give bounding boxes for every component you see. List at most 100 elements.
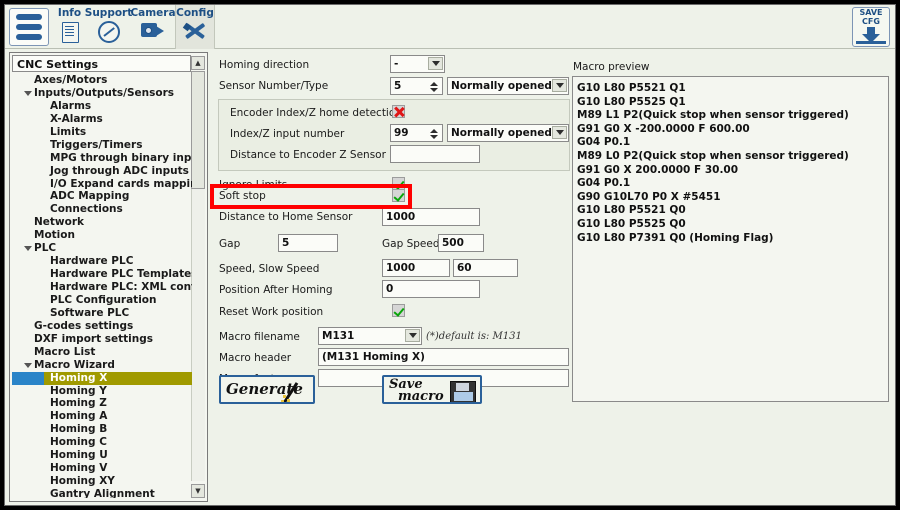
tab-config[interactable]: Config — [175, 5, 215, 49]
sidebar-item-network[interactable]: Network — [12, 216, 192, 229]
stepper-arrows-icon[interactable] — [428, 126, 439, 141]
distance-encoder-input[interactable] — [390, 145, 480, 163]
sidebar-item-g-codes-settings[interactable]: G-codes settings — [12, 320, 192, 333]
sidebar-item-homing-a[interactable]: Homing A — [12, 410, 192, 423]
macro-line: G04 P0.1 — [577, 136, 631, 149]
macro-line: G10 L80 P5525 Q1 — [577, 95, 686, 108]
sidebar-item-homing-y[interactable]: Homing Y — [12, 385, 192, 398]
sidebar-item-axes-motors[interactable]: Axes/Motors — [12, 74, 192, 87]
tab-camera[interactable]: Camera — [130, 5, 176, 49]
sidebar-item-plc[interactable]: PLC — [12, 242, 192, 255]
tab-support[interactable]: Support — [84, 5, 133, 49]
gap-input[interactable]: 5 — [278, 234, 338, 252]
sidebar-item-inputs-outputs-sensors[interactable]: Inputs/Outputs/Sensors — [12, 87, 192, 100]
sidebar-item-mpg-through-binary-inputs[interactable]: MPG through binary inputs — [12, 152, 192, 165]
chevron-down-icon[interactable] — [428, 57, 443, 70]
slow-speed-input[interactable]: 60 — [453, 259, 518, 277]
sidebar-item-x-alarms[interactable]: X-Alarms — [12, 113, 192, 126]
sidebar-item-homing-xy[interactable]: Homing XY — [12, 475, 192, 488]
speed-label: Speed, Slow Speed — [219, 263, 320, 275]
macro-filename-label: Macro filename — [219, 331, 300, 343]
sidebar-item-homing-v[interactable]: Homing V — [12, 462, 192, 475]
sidebar-item-homing-u[interactable]: Homing U — [12, 449, 192, 462]
gauge-icon — [97, 21, 120, 43]
reset-work-label: Reset Work position — [219, 306, 324, 318]
sensor-type-select[interactable]: Normally opened — [447, 77, 569, 95]
chevron-down-icon[interactable] — [405, 329, 420, 342]
speed-input[interactable]: 1000 — [382, 259, 450, 277]
macro-line: G90 G10L70 P0 X #5451 — [577, 190, 721, 203]
distance-encoder-label: Distance to Encoder Z Sensor — [230, 149, 386, 161]
tree-scroll-down-button[interactable]: ▼ — [191, 484, 205, 498]
soft-stop-checkbox[interactable] — [392, 189, 405, 202]
macro-filename-value: M131 — [322, 330, 355, 342]
sidebar-item-homing-c[interactable]: Homing C — [12, 436, 192, 449]
sidebar-item-label: DXF import settings — [34, 332, 154, 345]
chevron-down-icon[interactable] — [24, 362, 32, 368]
tree-scrollbar-thumb[interactable] — [191, 71, 205, 189]
sidebar-item-macro-wizard[interactable]: Macro Wizard — [12, 359, 192, 372]
sidebar-item-label: I/O Expand cards mapping — [50, 177, 192, 190]
chevron-down-icon[interactable] — [24, 90, 32, 96]
stepper-arrows-icon[interactable] — [428, 79, 439, 94]
sidebar-item-dxf-import-settings[interactable]: DXF import settings — [12, 333, 192, 346]
sensor-number-stepper[interactable]: 5 — [390, 77, 443, 95]
sidebar-item-label: Axes/Motors — [34, 74, 108, 86]
sidebar-item-plc-configuration[interactable]: PLC Configuration — [12, 294, 192, 307]
sidebar-item-homing-x[interactable]: Homing X — [12, 371, 192, 385]
tree-scroll-up-button[interactable]: ▲ — [191, 56, 205, 70]
position-after-label: Position After Homing — [219, 284, 333, 296]
tree-header: CNC Settings — [12, 55, 191, 72]
camera-icon — [141, 21, 165, 39]
index-input-stepper[interactable]: 99 — [390, 124, 443, 142]
sidebar-item-label: Homing B — [50, 423, 108, 436]
sidebar-item-hardware-plc[interactable]: Hardware PLC — [12, 255, 192, 268]
save-macro-button[interactable]: Save macro — [382, 375, 482, 404]
chevron-down-icon[interactable] — [552, 79, 567, 92]
macro-filename-select[interactable]: M131 — [318, 327, 422, 345]
sidebar-item-gantry-alignment[interactable]: Gantry Alignment — [12, 488, 192, 498]
sidebar-item-connections[interactable]: Connections — [12, 203, 192, 216]
sidebar-item-label: Macro List — [34, 345, 96, 358]
sidebar-item-hardware-plc-templates[interactable]: Hardware PLC Templates — [12, 268, 192, 281]
sidebar-item-label: Homing V — [50, 462, 108, 475]
reset-work-checkbox[interactable] — [392, 304, 405, 317]
sidebar-item-adc-mapping[interactable]: ADC Mapping — [12, 190, 192, 203]
macro-line: M89 L1 P2(Quick stop when sensor trigger… — [577, 109, 849, 122]
sidebar-item-jog-through-adc-inputs[interactable]: Jog through ADC inputs — [12, 165, 192, 178]
sidebar-item-limits[interactable]: Limits — [12, 126, 192, 139]
sidebar-item-motion[interactable]: Motion — [12, 229, 192, 242]
tab-info[interactable]: Info — [53, 5, 86, 49]
sidebar-item-alarms[interactable]: Alarms — [12, 100, 192, 113]
save-cfg-button[interactable]: SAVE CFG — [852, 7, 890, 47]
sidebar-item-homing-z[interactable]: Homing Z — [12, 397, 192, 410]
generate-button[interactable]: Generate — [219, 375, 315, 404]
sidebar-item-label: Homing U — [50, 449, 108, 462]
homing-direction-select[interactable]: - — [390, 55, 445, 73]
hamburger-menu-icon[interactable] — [9, 8, 49, 46]
sidebar-item-triggers-timers[interactable]: Triggers/Timers — [12, 139, 192, 152]
chevron-down-icon[interactable] — [24, 246, 32, 252]
sidebar-item-label: Alarms — [50, 99, 92, 112]
sidebar-item-software-plc[interactable]: Software PLC — [12, 307, 192, 320]
sidebar-item-label: Network — [34, 216, 85, 229]
sidebar-item-macro-list[interactable]: Macro List — [12, 346, 192, 359]
sidebar-item-hardware-plc-xml-configs[interactable]: Hardware PLC: XML configs — [12, 281, 192, 294]
index-input-value: 99 — [394, 127, 409, 139]
hamburger-bar — [16, 34, 42, 40]
index-type-select[interactable]: Normally opened — [447, 124, 569, 142]
macro-header-input[interactable]: (M131 Homing X) — [318, 348, 569, 366]
gap-speed-input[interactable]: 500 — [438, 234, 484, 252]
position-after-input[interactable]: 0 — [382, 280, 480, 298]
sidebar-item-label: Hardware PLC — [50, 255, 134, 268]
macro-preview-text[interactable]: G10 L80 P5521 Q1 G10 L80 P5525 Q1 M89 L1 P… — [572, 76, 889, 402]
sensor-number-value: 5 — [394, 80, 402, 92]
sidebar-item-homing-b[interactable]: Homing B — [12, 423, 192, 436]
distance-home-input[interactable]: 1000 — [382, 208, 480, 226]
tools-icon — [182, 21, 207, 41]
tab-support-label: Support — [84, 7, 133, 19]
encoder-index-checkbox[interactable] — [392, 105, 405, 118]
sensor-type-value: Normally opened — [451, 80, 552, 92]
chevron-down-icon[interactable] — [552, 126, 567, 139]
sidebar-item-i-o-expand-cards-mapping[interactable]: I/O Expand cards mapping — [12, 178, 192, 191]
